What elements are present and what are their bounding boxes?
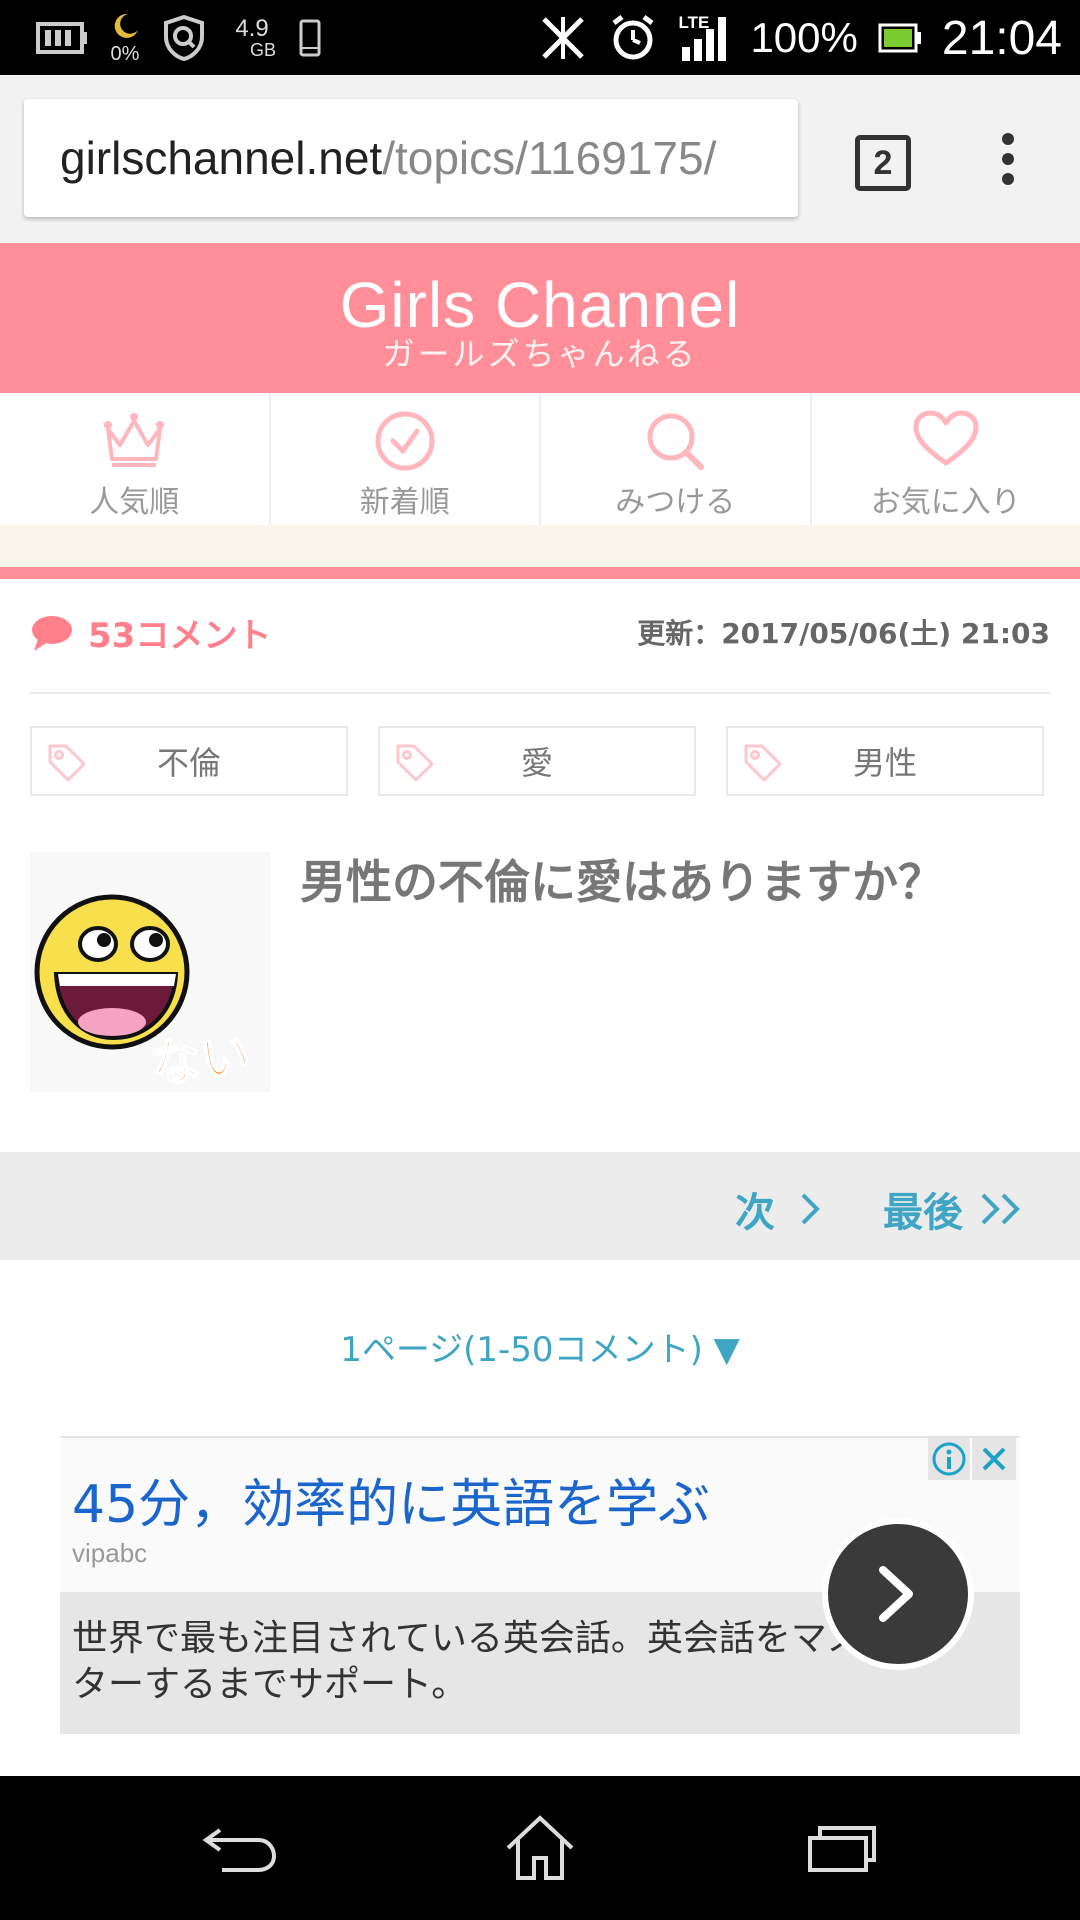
tag-label: 愛	[520, 744, 553, 782]
signal-crossed-icon	[542, 17, 585, 59]
tag-icon	[744, 744, 782, 782]
search-icon	[647, 413, 705, 470]
last-page-label: 最後	[883, 1190, 963, 1236]
battery-icon	[878, 23, 921, 53]
next-page-link[interactable]: 次	[735, 1180, 823, 1238]
site-header[interactable]: Girls Channel ガールズちゃんねる	[0, 243, 1080, 393]
status-bar: 0% 4.9 GB LTE 100% 21:04	[0, 0, 1080, 75]
info-icon	[932, 1442, 966, 1476]
ad-source: vipabc	[72, 1538, 148, 1568]
url-bar[interactable]: girlschannel.net/topics/1169175/	[24, 99, 798, 217]
tag-icon	[48, 744, 86, 782]
nav-find-label: みつける	[615, 485, 736, 520]
recent-apps-icon	[808, 1826, 876, 1872]
site-logo-subtitle: ガールズちゃんねる	[382, 335, 698, 373]
url-text: girlschannel.net/topics/1169175/	[24, 131, 716, 185]
tag-item[interactable]: 愛	[378, 726, 696, 796]
close-icon	[982, 1447, 1006, 1471]
tag-item[interactable]: 不倫	[30, 726, 348, 796]
home-button[interactable]	[498, 1806, 582, 1890]
heart-icon	[913, 410, 979, 466]
meta-divider	[30, 692, 1050, 694]
thumbnail-caption: ない	[147, 1025, 255, 1095]
clock-icon	[375, 411, 435, 471]
ad-info-button[interactable]	[928, 1438, 970, 1480]
pagination-bar: 次 最後	[0, 1152, 1080, 1260]
back-button[interactable]	[198, 1806, 282, 1890]
main-nav: 人気順 新着順 みつける お気に入り	[0, 393, 1080, 525]
moon-icon	[114, 13, 138, 38]
ad-body-text: 世界で最も注目されている英会話。英会話をマスターするまでサポート。	[72, 1618, 863, 1705]
signal-bars-icon	[682, 17, 727, 61]
comment-count[interactable]: 53コメント	[30, 608, 271, 657]
nav-favorites-label: お気に入り	[870, 485, 1021, 520]
speech-bubble-icon	[32, 615, 72, 651]
ad-close-button[interactable]	[972, 1438, 1016, 1480]
ad-open-button[interactable]	[822, 1518, 974, 1670]
shield-icon	[164, 14, 204, 61]
moon-indicator: 0%	[110, 12, 140, 64]
chevron-right-icon	[801, 1193, 820, 1225]
moon-percent: 0%	[110, 42, 140, 65]
tag-list: 不倫 愛 男性	[30, 726, 1044, 796]
tag-icon	[396, 744, 434, 782]
back-icon	[202, 1828, 277, 1872]
tag-item[interactable]: 男性	[726, 726, 1044, 796]
arrow-right-icon	[879, 1566, 913, 1622]
tag-label: 男性	[852, 744, 917, 782]
nav-spacer	[0, 525, 1080, 567]
nav-popular-label: 人気順	[89, 485, 180, 520]
clock-time: 21:04	[941, 11, 1062, 65]
site-logo: Girls Channel	[339, 269, 741, 341]
nav-favorites[interactable]: お気に入り	[812, 393, 1080, 525]
overflow-menu-button[interactable]	[1000, 133, 1016, 193]
storage-unit: GB	[250, 39, 277, 60]
topic-title: 男性の不倫に愛はありますか？	[300, 855, 944, 909]
nav-popular[interactable]: 人気順	[0, 393, 271, 525]
comment-count-label: 53コメント	[88, 616, 272, 656]
phone-icon	[299, 19, 321, 56]
double-chevron-right-icon	[981, 1193, 1020, 1225]
page-selector[interactable]: 1ページ(1-50コメント) ▼	[0, 1322, 1080, 1371]
updated-timestamp: 更新：2017/05/06(土) 21:03	[637, 617, 1050, 650]
ad-banner[interactable]: 45分，効率的に英語を学ぶ vipabc 世界で最も注目されている英会話。英会話…	[60, 1436, 1020, 1734]
header-divider	[0, 567, 1080, 579]
storage-indicator: 4.9 GB	[228, 14, 277, 60]
nav-newest-label: 新着順	[359, 485, 450, 520]
url-path: /topics/1169175/	[382, 132, 717, 184]
browser-toolbar: girlschannel.net/topics/1169175/ 2	[0, 75, 1080, 243]
lte-signal: LTE	[678, 13, 730, 63]
url-domain: girlschannel.net	[60, 132, 383, 184]
alarm-icon	[612, 15, 654, 60]
battery-saver-icon	[36, 21, 87, 54]
system-nav-bar	[0, 1776, 1080, 1920]
tab-switcher-button[interactable]: 2	[855, 135, 911, 191]
home-icon	[506, 1815, 574, 1880]
last-page-link[interactable]: 最後	[883, 1180, 1025, 1238]
crown-icon	[104, 413, 165, 467]
ad-headline[interactable]: 45分，効率的に英語を学ぶ	[72, 1462, 710, 1537]
storage-value: 4.9	[235, 14, 269, 42]
tag-label: 不倫	[156, 744, 221, 782]
recent-apps-button[interactable]	[800, 1806, 884, 1890]
battery-percent: 100%	[750, 14, 858, 61]
topic-thumbnail[interactable]: ない	[30, 852, 270, 1095]
nav-newest[interactable]: 新着順	[271, 393, 541, 525]
nav-find[interactable]: みつける	[541, 393, 812, 525]
next-page-label: 次	[735, 1190, 775, 1236]
